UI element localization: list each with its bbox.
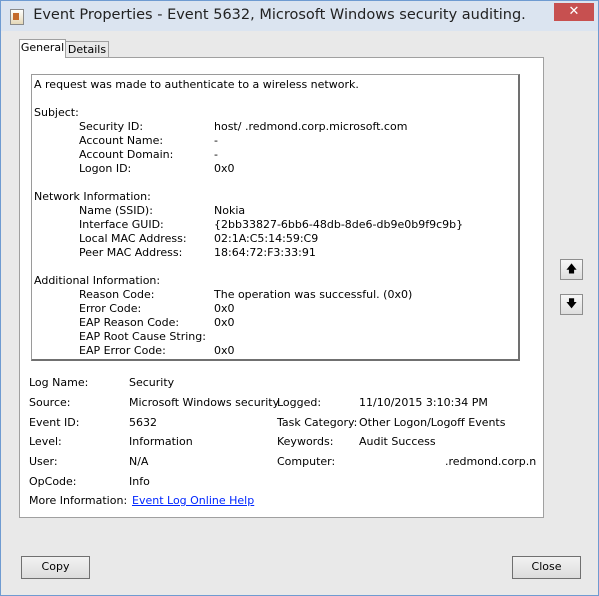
network-header: Network Information: — [34, 190, 151, 203]
task-category-value[interactable]: Other Logon/Logoff Events — [359, 416, 505, 429]
additional-label: EAP Error Code: — [79, 344, 166, 357]
user-label: User: — [29, 455, 58, 468]
event-id-label: Event ID: — [29, 416, 80, 429]
subject-value: host/ .redmond.corp.microsoft.com — [214, 120, 408, 133]
close-button[interactable]: Close — [512, 556, 581, 579]
subject-label: Account Name: — [79, 134, 164, 147]
window-close-icon[interactable]: ✕ — [554, 3, 594, 21]
additional-header: Additional Information: — [34, 274, 161, 287]
additional-label: EAP Reason Code: — [79, 316, 180, 329]
additional-label: EAP Root Cause String: — [79, 330, 206, 343]
additional-label: Reason Code: — [79, 288, 155, 301]
subject-value: - — [214, 134, 218, 147]
additional-value: 0x0 — [214, 316, 235, 329]
description-headline: A request was made to authenticate to a … — [34, 78, 359, 91]
keywords-value[interactable]: Audit Success — [359, 435, 436, 448]
subject-header: Subject: — [34, 106, 79, 119]
log-name-label: Log Name: — [29, 376, 89, 389]
source-value[interactable]: Microsoft Windows security — [129, 396, 279, 409]
additional-label: Error Code: — [79, 302, 142, 315]
log-name-value[interactable]: Security — [129, 376, 174, 389]
subject-label: Logon ID: — [79, 162, 132, 175]
task-category-label: Task Category: — [277, 416, 358, 429]
up-arrow-icon: 🡅 — [565, 262, 578, 275]
logged-value[interactable]: 11/10/2015 3:10:34 PM — [359, 396, 488, 409]
down-arrow-icon: 🡇 — [565, 297, 578, 310]
logged-label: Logged: — [277, 396, 322, 409]
previous-event-button[interactable]: 🡅 — [560, 259, 583, 280]
source-label: Source: — [29, 396, 71, 409]
level-label: Level: — [29, 435, 62, 448]
subject-label: Security ID: — [79, 120, 144, 133]
next-event-button[interactable]: 🡇 — [560, 294, 583, 315]
network-label: Local MAC Address: — [79, 232, 187, 245]
subject-label: Account Domain: — [79, 148, 174, 161]
general-tab-panel: A request was made to authenticate to a … — [19, 57, 544, 518]
tab-general[interactable]: General — [19, 39, 66, 58]
keywords-label: Keywords: — [277, 435, 334, 448]
additional-value: 0x0 — [214, 302, 235, 315]
event-properties-window: Event Properties - Event 5632, Microsoft… — [0, 0, 599, 596]
additional-value: The operation was successful. (0x0) — [214, 288, 413, 301]
network-label: Interface GUID: — [79, 218, 164, 231]
event-description-box[interactable]: A request was made to authenticate to a … — [31, 74, 520, 361]
computer-label: Computer: — [277, 455, 336, 468]
network-label: Peer MAC Address: — [79, 246, 183, 259]
more-information-label: More Information: — [29, 494, 128, 507]
level-value[interactable]: Information — [129, 435, 193, 448]
opcode-label: OpCode: — [29, 475, 77, 488]
network-value: 18:64:72:F3:33:91 — [214, 246, 316, 259]
event-id-value[interactable]: 5632 — [129, 416, 157, 429]
network-value: Nokia — [214, 204, 246, 217]
network-value: 02:1A:C5:14:59:C9 — [214, 232, 319, 245]
network-value: {2bb33827-6bb6-48db-8de6-db9e0b9f9c9b} — [214, 218, 464, 231]
network-label: Name (SSID): — [79, 204, 153, 217]
title-bar: Event Properties - Event 5632, Microsoft… — [1, 1, 598, 31]
subject-value: 0x0 — [214, 162, 235, 175]
copy-button[interactable]: Copy — [21, 556, 90, 579]
additional-value: 0x0 — [214, 344, 235, 357]
opcode-value[interactable]: Info — [129, 475, 150, 488]
event-log-online-help-link[interactable]: Event Log Online Help — [132, 494, 254, 507]
computer-value[interactable]: .redmond.corp.n — [445, 455, 536, 468]
subject-value: - — [214, 148, 218, 161]
user-value[interactable]: N/A — [129, 455, 148, 468]
window-title: Event Properties - Event 5632, Microsoft… — [33, 7, 526, 23]
